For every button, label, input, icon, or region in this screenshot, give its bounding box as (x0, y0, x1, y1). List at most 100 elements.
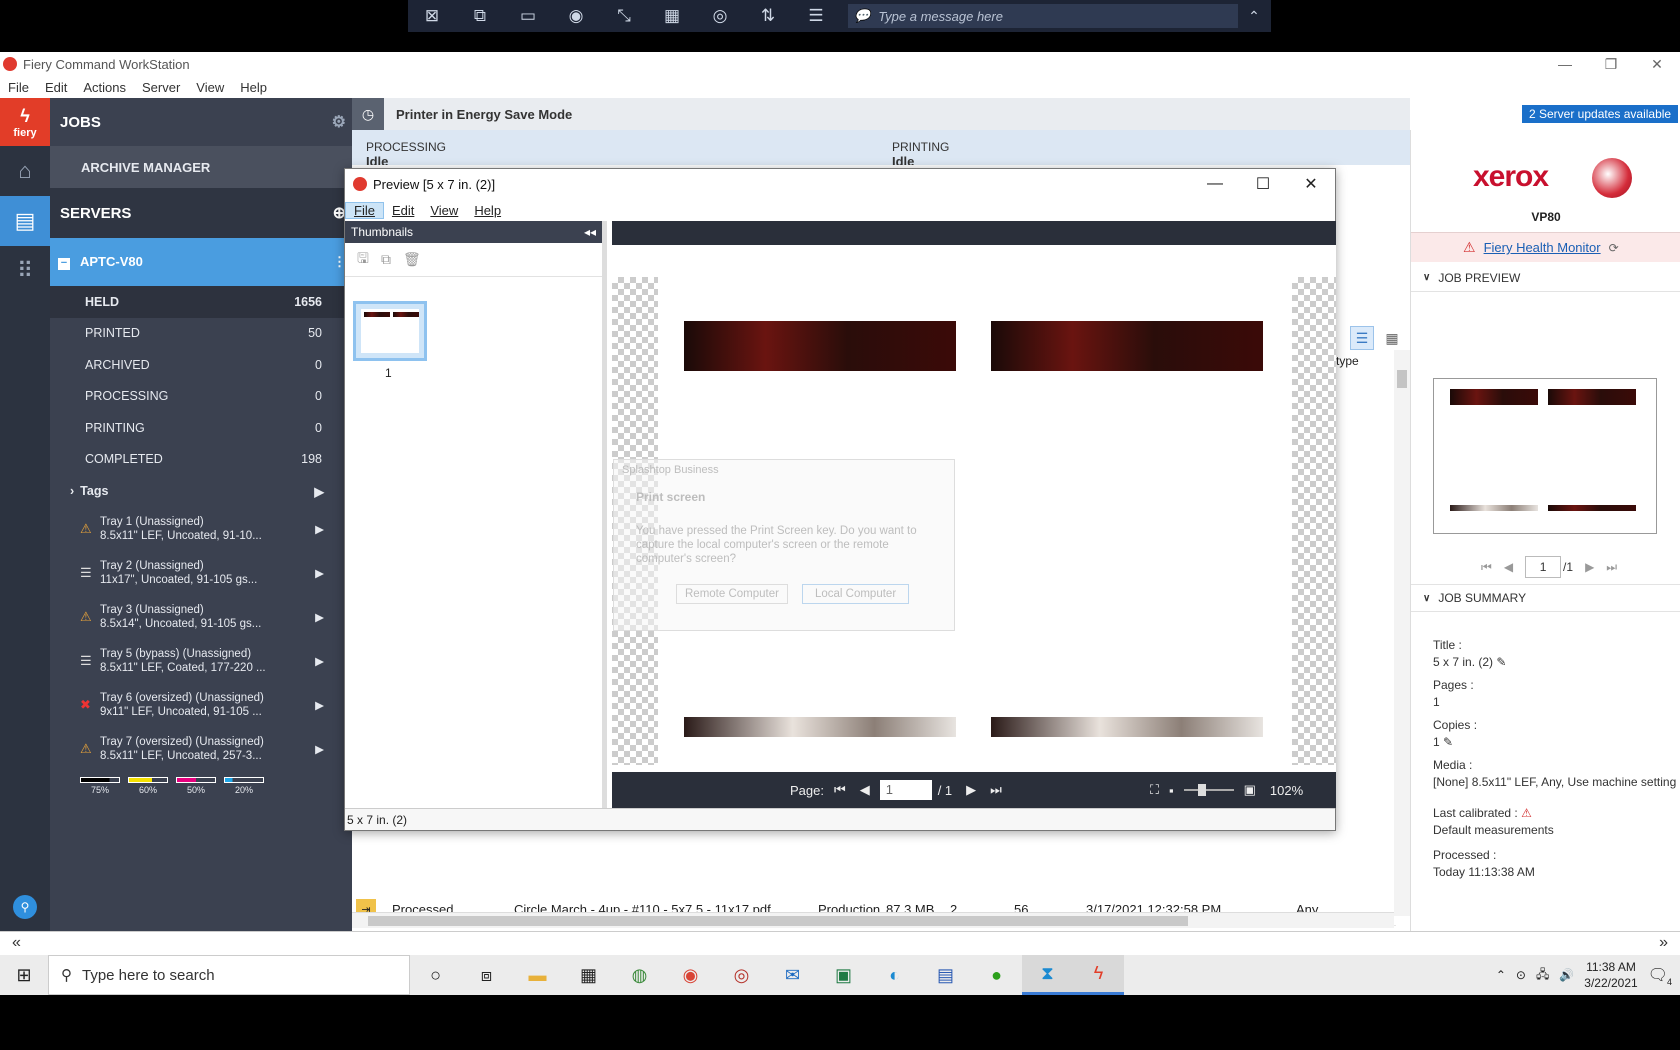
preview-menu-file[interactable]: File (345, 201, 384, 219)
close-button[interactable]: ✕ (1634, 52, 1680, 76)
small-image-icon[interactable]: ▪ (1169, 783, 1174, 798)
menu-file[interactable]: File (0, 80, 37, 95)
collapse-icon[interactable]: − (58, 258, 70, 270)
server-item[interactable]: − APTC-V80 ⋮ (50, 238, 352, 286)
tray-item[interactable]: ⚠ Tray 1 (Unassigned) 8.5x11" LEF, Uncoate… (50, 507, 352, 551)
view-icon[interactable]: ◉ (552, 0, 600, 32)
edit-icon[interactable]: ✎ (1443, 735, 1453, 749)
job-preview-header[interactable]: ∨ JOB PREVIEW (1411, 264, 1680, 292)
tray-item[interactable]: ⚠ Tray 3 (Unassigned) 8.5x14", Uncoated, 9… (50, 595, 352, 639)
archive-manager-button[interactable]: ARCHIVE MANAGER (50, 146, 352, 188)
last-page-icon[interactable]: ⏭ (1606, 560, 1617, 575)
queue-item-printed[interactable]: PRINTED 50 (50, 318, 352, 350)
menu-server[interactable]: Server (134, 80, 188, 95)
save-icon[interactable]: 🖫 (357, 248, 369, 272)
gear-icon[interactable]: ⚙ (332, 112, 346, 132)
notifications-icon[interactable]: 🗨 4 (1648, 965, 1672, 987)
network-icon[interactable]: 🖧 (1536, 965, 1549, 986)
grid-view-icon[interactable]: ▦ (1380, 326, 1404, 350)
server-updates-badge[interactable]: 2 Server updates available (1522, 105, 1679, 123)
delete-icon[interactable]: 🗑 (403, 251, 421, 268)
file-explorer-icon[interactable]: ▬ (512, 955, 563, 995)
clock[interactable]: 11:38 AM 3/22/2021 (1584, 959, 1637, 991)
edge-icon[interactable]: ◐ (869, 955, 920, 995)
page-input[interactable]: 1 (1525, 556, 1562, 578)
taskbar-search[interactable]: ⚲ Type here to search (48, 955, 410, 995)
minimize-button[interactable]: — (1191, 169, 1239, 199)
restore-button[interactable]: ❐ (1588, 52, 1634, 76)
excel-icon[interactable]: ▣ (818, 955, 869, 995)
first-page-icon[interactable]: ⏮ (1481, 560, 1492, 575)
search-icon[interactable]: ⚲ (13, 895, 37, 919)
table-horizontal-scrollbar[interactable] (352, 912, 1394, 928)
zoom-slider[interactable] (1183, 784, 1234, 796)
expand-left-icon[interactable]: « (12, 934, 21, 952)
pen-app-icon[interactable]: ◍ (614, 955, 665, 995)
tray-item[interactable]: ☰ Tray 5 (bypass) (Unassigned) 8.5x11" LEF… (50, 639, 352, 683)
blank-screen-icon[interactable]: ▦ (648, 0, 696, 32)
minimize-button[interactable]: — (1542, 52, 1588, 76)
table-vertical-scrollbar[interactable] (1394, 350, 1410, 916)
jobs-icon[interactable]: ▤ (0, 196, 50, 246)
quickbooks-icon[interactable]: ● (971, 955, 1022, 995)
queue-item-completed[interactable]: COMPLETED 198 (50, 444, 352, 476)
first-page-icon[interactable]: ⏮ (834, 782, 846, 798)
close-button[interactable]: ✕ (1287, 169, 1335, 199)
type-column-header[interactable]: type (1336, 354, 1396, 378)
collapse-toolbar-icon[interactable]: ⌃ (1238, 8, 1270, 25)
refresh-icon[interactable]: ⟳ (1609, 241, 1619, 255)
switch-monitor-icon[interactable]: ⧉ (456, 0, 504, 32)
cortana-icon[interactable]: ○ (410, 955, 461, 995)
queue-item-archived[interactable]: ARCHIVED 0 (50, 349, 352, 381)
preview-menu-view[interactable]: View (422, 203, 466, 218)
preview-menu-edit[interactable]: Edit (384, 203, 422, 218)
duplicate-icon[interactable]: ⧉ (381, 251, 391, 268)
chat-message-input[interactable]: 💬 Type a message here (848, 4, 1238, 28)
calculator-icon[interactable]: ▦ (563, 955, 614, 995)
menu-help[interactable]: Help (232, 80, 275, 95)
queue-item-printing[interactable]: PRINTING 0 (50, 412, 352, 444)
collapse-pane-icon[interactable]: ◂◂ (584, 225, 596, 239)
preview-menu-help[interactable]: Help (466, 203, 509, 218)
job-summary-header[interactable]: ∨ JOB SUMMARY (1411, 584, 1680, 612)
tray-item[interactable]: ☰ Tray 2 (Unassigned) 11x17", Uncoated, 91… (50, 551, 352, 595)
show-hidden-icon[interactable]: ⌃ (1496, 968, 1506, 982)
screen-recorder-icon[interactable]: ◎ (716, 955, 767, 995)
fit-screen-icon[interactable]: ⤡ (600, 0, 648, 32)
queue-item-processing[interactable]: PROCESSING 0 (50, 381, 352, 413)
task-view-icon[interactable]: ⧈ (461, 955, 512, 995)
next-page-icon[interactable]: ▶ (1585, 560, 1594, 574)
windows-start-icon[interactable]: ⊞ (0, 955, 48, 995)
home-icon[interactable]: ⌂ (0, 146, 50, 196)
fiery-taskbar-icon[interactable]: ϟ (1073, 955, 1124, 995)
menu-actions[interactable]: Actions (75, 80, 134, 95)
expand-right-icon[interactable]: » (1659, 934, 1668, 952)
outlook-icon[interactable]: ✉ (767, 955, 818, 995)
location-icon[interactable]: ⊙ (1516, 968, 1526, 982)
volume-icon[interactable]: 🔊 (1559, 968, 1574, 982)
fiery-health-monitor-link[interactable]: Fiery Health Monitor (1484, 240, 1601, 255)
prev-page-icon[interactable]: ◀ (1504, 560, 1513, 574)
page-thumbnail[interactable] (353, 301, 427, 361)
queue-item-held[interactable]: HELD 1656 (50, 286, 352, 318)
list-view-icon[interactable]: ☰ (1350, 326, 1374, 350)
maximize-button[interactable]: ☐ (1239, 169, 1287, 199)
tags-item[interactable]: › Tags ▶ (50, 475, 352, 507)
apps-icon[interactable]: ⠿ (0, 246, 50, 296)
menu-edit[interactable]: Edit (37, 80, 75, 95)
last-page-icon[interactable]: ⏭ (990, 782, 1002, 798)
next-page-icon[interactable]: ▶ (966, 782, 976, 798)
edit-icon[interactable]: ✎ (1496, 655, 1506, 669)
tray-item[interactable]: ⚠ Tray 7 (oversized) (Unassigned) 8.5x11" … (50, 727, 352, 771)
page-number-input[interactable]: 1 (879, 780, 932, 800)
splashtop-icon[interactable]: ⧗ (1022, 955, 1073, 995)
word-icon[interactable]: ▤ (920, 955, 971, 995)
settings-icon[interactable]: ☰ (792, 0, 840, 32)
large-image-icon[interactable]: ▣ (1244, 782, 1256, 798)
file-transfer-icon[interactable]: ⇅ (744, 0, 792, 32)
fit-page-icon[interactable]: ⛶ (1150, 782, 1159, 798)
monitor-icon[interactable]: ▭ (504, 0, 552, 32)
disconnect-icon[interactable]: ⊠ (408, 0, 456, 32)
record-icon[interactable]: ◎ (696, 0, 744, 32)
chrome-icon[interactable]: ◉ (665, 955, 716, 995)
